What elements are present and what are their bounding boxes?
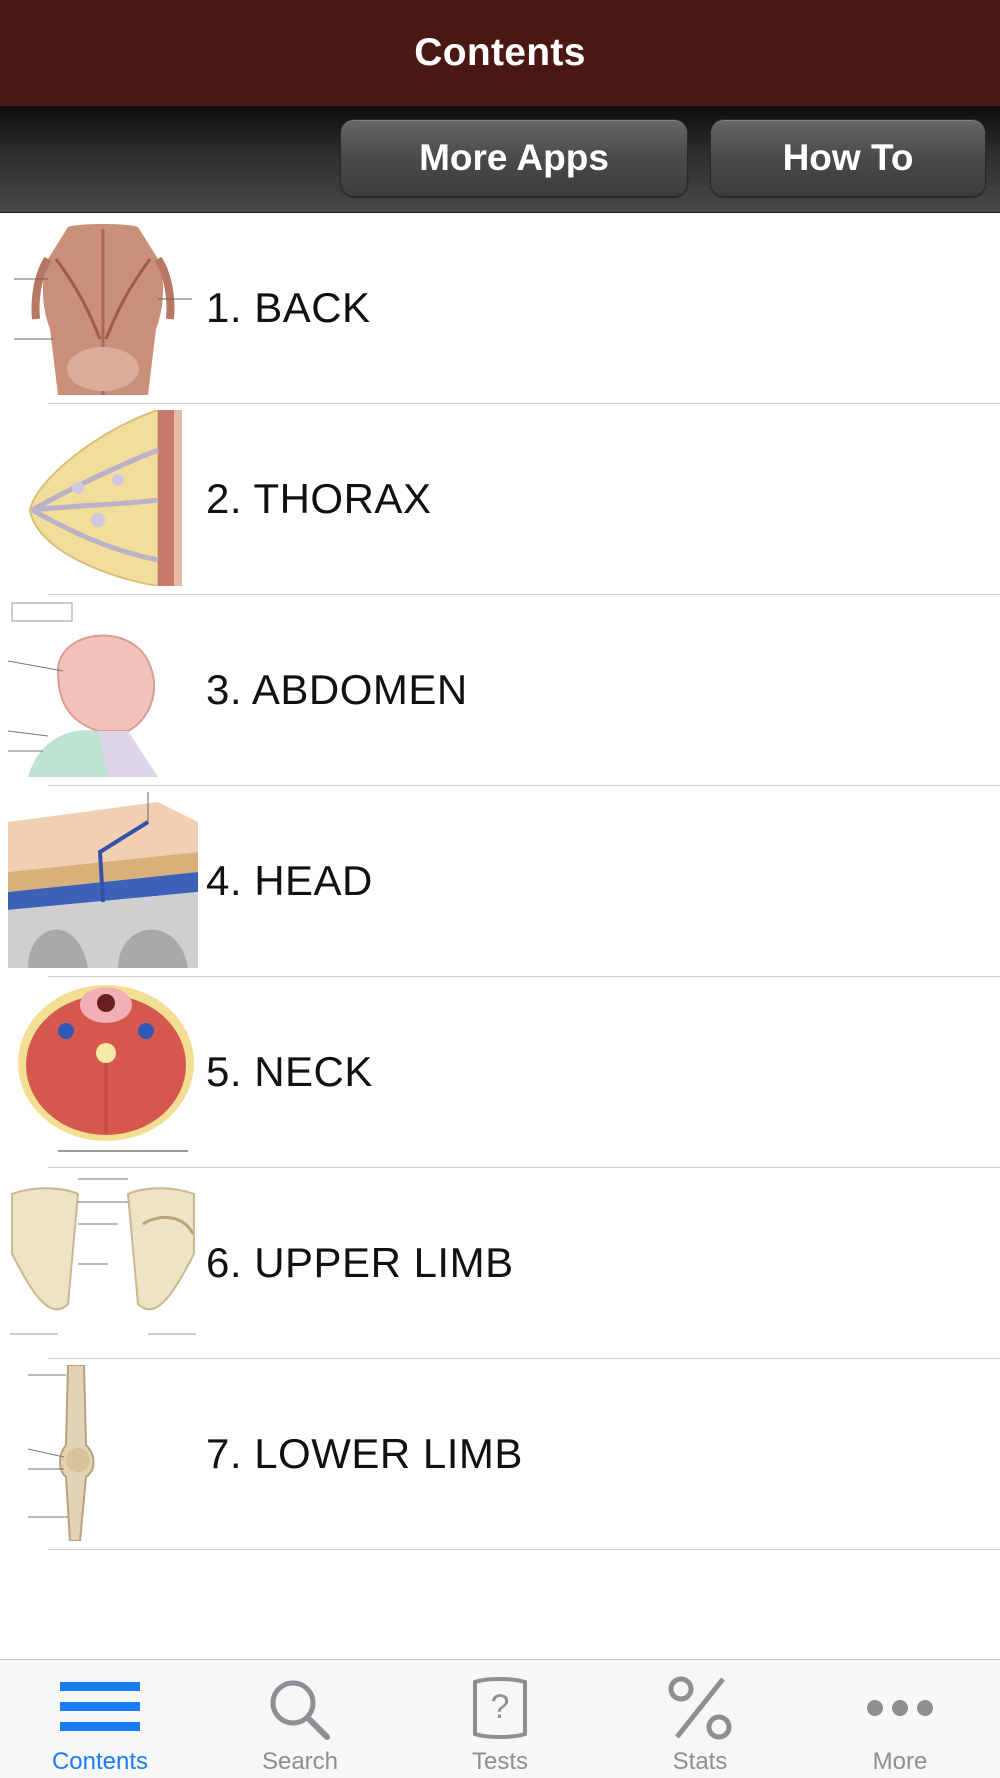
tab-stats[interactable]: Stats [600,1660,800,1778]
chapter-label: 4. HEAD [206,857,373,904]
page-title: Contents [414,31,586,74]
more-apps-button[interactable]: More Apps [340,119,688,197]
back-anatomy-thumbnail [8,219,198,395]
svg-text:?: ? [491,1688,510,1726]
chapter-row-lower-limb[interactable]: 7. LOWER LIMB [0,1359,1000,1550]
chapter-row-back[interactable]: 1. BACK [0,213,1000,404]
breast-anatomy-thumbnail [8,410,198,586]
tab-label: Search [261,1748,339,1775]
how-to-button[interactable]: How To [710,119,986,197]
chapter-label: 3. ABDOMEN [206,666,468,713]
tab-label: Tests [471,1748,528,1775]
tab-label: Stats [672,1748,728,1775]
chapter-label: 6. UPPER LIMB [206,1239,514,1286]
tab-search[interactable]: Search [200,1660,400,1778]
tab-label: Contents [51,1748,149,1775]
chapter-label: 1. BACK [206,284,371,331]
tab-more[interactable]: More [800,1660,1000,1778]
list-icon [60,1674,140,1742]
chapter-row-thorax[interactable]: 2. THORAX [0,404,1000,595]
chapter-row-upper-limb[interactable]: 6. UPPER LIMB [0,1168,1000,1359]
question-card-icon: ? [460,1674,540,1742]
abdomen-anatomy-thumbnail [8,601,198,777]
chapter-label: 7. LOWER LIMB [206,1430,523,1477]
chapter-row-neck[interactable]: 5. NECK [0,977,1000,1168]
scalp-section-thumbnail [8,792,198,968]
app-root: Contents More Apps How To 1. BACK 2. THO… [0,0,1000,1778]
percent-icon [660,1674,740,1742]
chapter-label: 2. THORAX [206,475,432,522]
chapter-row-abdomen[interactable]: 3. ABDOMEN [0,595,1000,786]
search-icon [260,1674,340,1742]
neck-cross-section-thumbnail [8,983,198,1159]
scapula-thumbnail [8,1174,198,1350]
title-bar: Contents [0,0,1000,106]
toolbar: More Apps How To [0,106,1000,213]
tab-contents[interactable]: Contents [0,1660,200,1778]
tab-tests[interactable]: ? Tests [400,1660,600,1778]
chapter-list: 1. BACK 2. THORAX 3. ABDOMEN 4. HEAD 5. … [0,213,1000,1550]
chapter-label: 5. NECK [206,1048,373,1095]
knee-bones-thumbnail [8,1365,198,1541]
chapter-row-head[interactable]: 4. HEAD [0,786,1000,977]
more-dots-icon [860,1674,940,1742]
tab-bar: Contents Search ? Tests Stats More [0,1659,1000,1778]
tab-label: More [872,1748,928,1775]
